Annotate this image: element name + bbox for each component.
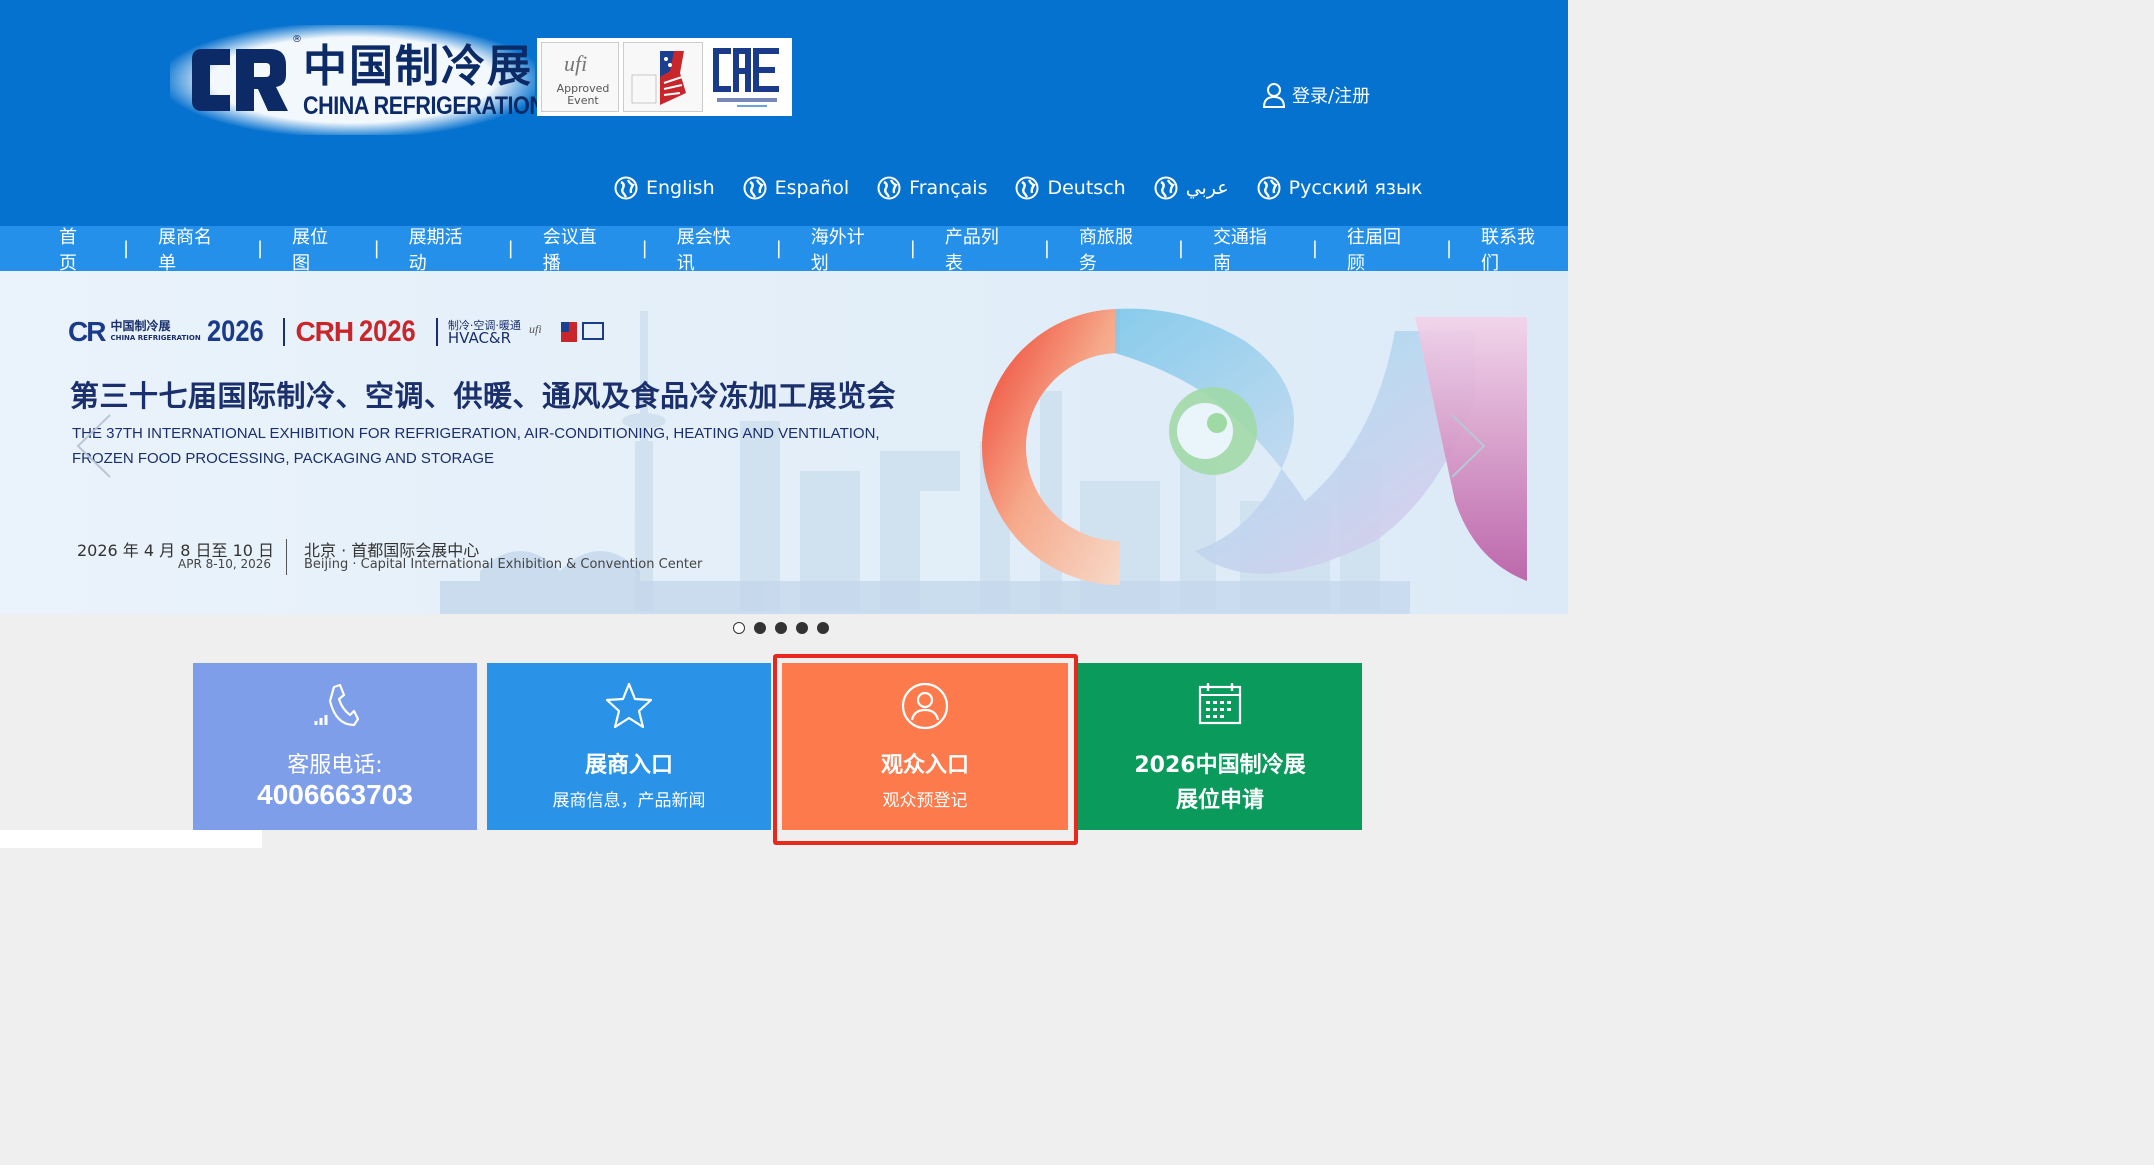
globe-icon [743,176,767,200]
carousel-next-icon[interactable] [1450,411,1490,481]
banner-title-cn: 第三十七届国际制冷、空调、供暖、通风及食品冷冻加工展览会 [70,379,897,413]
globe-icon [1154,176,1178,200]
nav-transport[interactable]: 交通指南 [1196,223,1300,275]
nav-past-editions[interactable]: 往届回顾 [1330,223,1434,275]
svg-text:ufi: ufi [529,322,542,336]
carousel-dots [733,622,829,634]
nav-floor-plan[interactable]: 展位图 [275,223,361,275]
nav-separator: | [775,238,782,259]
nav-travel[interactable]: 商旅服务 [1062,223,1166,275]
booth-title-line2: 展位申请 [1175,788,1264,813]
nav-products[interactable]: 产品列表 [928,223,1032,275]
nav-separator: | [1445,238,1453,259]
nav-separator: | [641,238,648,259]
lang-spanish[interactable]: Español [743,176,849,200]
nav-live-stream[interactable]: 会议直播 [526,223,630,275]
star-icon [605,682,653,729]
booth-application-tile[interactable]: 2026中国制冷展 展位申请 [1078,663,1362,830]
globe-icon [1257,176,1281,200]
site-header: ® 中国制冷展 CHINA REFRIGERATION ufi Approved… [0,0,1568,226]
banner-logo-row: CR 中国制冷展 CHINA REFRIGERATION 2026 CRH 20… [68,315,607,349]
nav-exhibitors[interactable]: 展商名单 [141,223,245,275]
nav-overseas[interactable]: 海外计划 [794,223,898,275]
calendar-icon [1198,683,1242,725]
nav-separator: | [909,238,916,259]
nav-separator: | [1311,238,1318,259]
exhibitor-entry-tile[interactable]: 展商入口 展商信息，产品新闻 [487,663,771,830]
carousel-prev-icon[interactable] [72,411,112,481]
globe-icon [1015,176,1039,200]
logo-en: CHINA REFRIGERATION [303,92,545,120]
nav-separator: | [1177,238,1184,259]
banner-info-divider [286,539,287,575]
carousel-dot-1[interactable] [733,622,745,634]
banner-logo-divider [435,318,438,346]
lang-german[interactable]: Deutsch [1015,176,1126,200]
customer-service-tile[interactable]: 客服电话: 4006663703 [193,663,477,830]
exhibitor-subtitle: 展商信息，产品新闻 [552,791,706,811]
nav-contact[interactable]: 联系我们 [1464,223,1568,275]
banner-title-en-line2: FROZEN FOOD PROCESSING, PACKAGING AND ST… [72,450,495,467]
exhibitor-title: 展商入口 [584,753,673,778]
banner-cert-logos-icon: ufi [529,322,604,342]
cr-swirl-artwork [982,308,1527,585]
user-icon [1262,83,1286,108]
globe-icon [614,176,638,200]
cr-logo-mark[interactable] [190,45,290,115]
login-register-link[interactable]: 登录/注册 [1262,82,1370,108]
ufi-event: Event [567,94,599,107]
banner-date-en: APR 8-10, 2026 [178,557,271,571]
language-switcher: English Español Français Deutsch عربي Ру… [614,176,1422,200]
carousel-dot-4[interactable] [796,622,808,634]
lang-russian[interactable]: Русский язык [1257,176,1422,200]
banner-cr-mark: CR [68,316,106,347]
carousel-dot-5[interactable] [817,622,829,634]
login-label: 登录/注册 [1292,86,1371,107]
service-phone: 4006663703 [257,779,413,810]
visitor-tile-highlight [773,654,1078,845]
nav-home[interactable]: 首页 [42,223,111,275]
globe-icon [877,176,901,200]
aec-certificate [707,42,788,112]
banner-logo-cn: 中国制冷展 [110,319,171,333]
nav-separator: | [373,238,380,259]
nav-separator: | [257,238,264,259]
bottom-strip [0,830,262,848]
lang-french[interactable]: Français [877,176,987,200]
ufi-certificate: ufi Approved Event [541,42,619,112]
ufi-logo-text: ufi [564,51,588,76]
nav-separator: | [1043,238,1050,259]
banner-year-2: 2026 [359,315,416,348]
banner-logo-divider [283,318,286,346]
registered-mark: ® [292,34,302,45]
lang-english[interactable]: English [614,176,715,200]
banner-title-en-line1: THE 37TH INTERNATIONAL EXHIBITION FOR RE… [72,425,880,442]
service-title: 客服电话: [287,753,383,778]
commercial-service-emblem-icon [631,51,686,105]
nav-news[interactable]: 展会快讯 [660,223,764,275]
aec-logo-icon [713,48,779,107]
hero-banner[interactable]: CR 中国制冷展 CHINA REFRIGERATION 2026 CRH 20… [0,271,1568,614]
banner-crh-mark: CRH [295,316,354,347]
carousel-dot-3[interactable] [775,622,787,634]
banner-year-1: 2026 [206,315,264,348]
main-nav: 首页 | 展商名单 | 展位图 | 展期活动 | 会议直播 | 展会快讯 | 海… [0,226,1568,274]
nav-separator: | [122,238,130,259]
commercial-service-certificate [623,42,703,112]
lang-arabic[interactable]: عربي [1154,176,1229,200]
nav-separator: | [507,238,514,259]
booth-title-line1: 2026中国制冷展 [1134,753,1306,778]
banner-logo-en: CHINA REFRIGERATION [110,334,201,342]
phone-icon [314,683,360,727]
certification-logos: ufi Approved Event [537,38,792,116]
banner-hvac-en: HVAC&R [447,329,512,347]
carousel-dot-2[interactable] [754,622,766,634]
banner-venue-en: Beijing · Capital International Exhibiti… [304,557,703,572]
nav-events[interactable]: 展期活动 [392,223,496,275]
